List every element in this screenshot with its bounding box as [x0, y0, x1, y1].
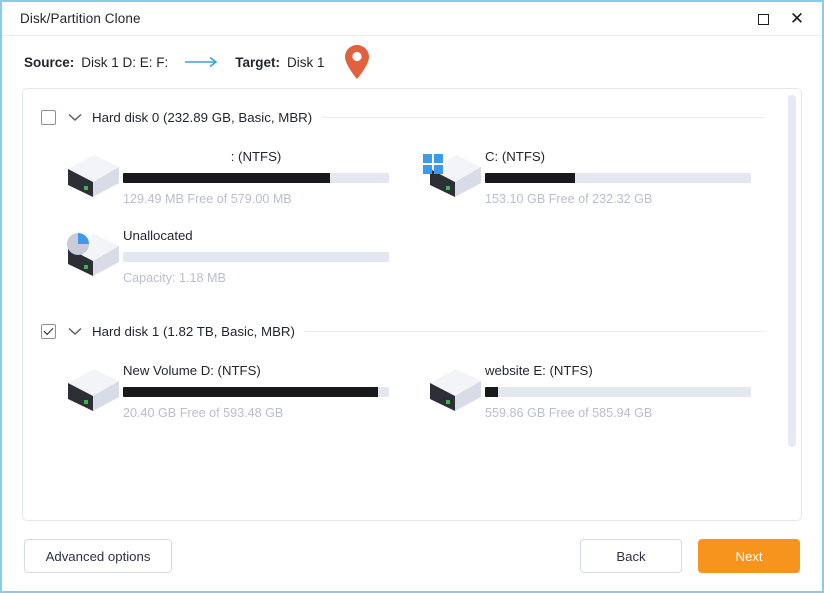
- disk-header-hard-disk-0[interactable]: Hard disk 0 (232.89 GB, Basic, MBR): [23, 103, 783, 131]
- arrow-right-icon: [184, 56, 222, 68]
- disk-drive-icon: [55, 147, 123, 201]
- disk-header-hard-disk-1[interactable]: Hard disk 1 (1.82 TB, Basic, MBR): [23, 317, 783, 345]
- source-label: Source:: [24, 54, 75, 70]
- usage-bar-fill: [123, 387, 379, 397]
- chevron-down-icon[interactable]: [68, 113, 82, 122]
- partition-info: : (NTFS) 129.49 MB Free of 579.00 MB: [123, 147, 389, 206]
- close-button[interactable]: ✕: [780, 4, 814, 34]
- disk-list-panel-wrapper: Hard disk 0 (232.89 GB, Basic, MBR): (N…: [2, 88, 822, 521]
- target-value: Disk 1: [287, 54, 325, 70]
- partition-info: New Volume D: (NTFS) 20.40 GB Free of 59…: [123, 361, 389, 420]
- disk-checkbox-hard-disk-0[interactable]: [41, 109, 56, 125]
- partition-name: : (NTFS): [230, 149, 282, 164]
- partition-c[interactable]: C: (NTFS) 153.10 GB Free of 232.32 GB: [403, 137, 765, 216]
- partition-unallocated[interactable]: Unallocated Capacity: 1.18 MB: [41, 216, 403, 295]
- scrollbar-thumb[interactable]: [788, 95, 796, 448]
- source-target-bar: Source: Disk 1 D: E: F: Target: Disk 1: [2, 36, 822, 88]
- source-value: Disk 1 D: E: F:: [81, 54, 169, 70]
- disk-list-panel: Hard disk 0 (232.89 GB, Basic, MBR): (N…: [22, 88, 802, 521]
- close-icon: ✕: [789, 8, 805, 29]
- partition-name: New Volume D: (NTFS): [123, 363, 261, 378]
- divider: [304, 330, 765, 332]
- vertical-scrollbar[interactable]: [783, 89, 801, 520]
- partition-e[interactable]: website E: (NTFS) 559.86 GB Free of 585.…: [403, 351, 765, 430]
- unallocated-disk-icon: [55, 226, 123, 280]
- partition-capacity: 129.49 MB Free of 579.00 MB: [123, 192, 292, 206]
- partition-capacity: 20.40 GB Free of 593.48 GB: [123, 406, 284, 420]
- map-pin-icon: [344, 44, 370, 80]
- partition-name: C: (NTFS): [485, 149, 546, 164]
- grid-filler: [403, 216, 765, 295]
- usage-bar: [123, 387, 389, 397]
- partition-capacity: 559.86 GB Free of 585.94 GB: [485, 406, 653, 420]
- disk-title-hard-disk-1: Hard disk 1 (1.82 TB, Basic, MBR): [92, 323, 295, 339]
- usage-bar-fill: [485, 173, 576, 183]
- usage-bar: [123, 173, 389, 183]
- maximize-button[interactable]: [746, 4, 780, 34]
- back-button[interactable]: Back: [580, 539, 682, 573]
- disk-drive-icon: [417, 361, 485, 415]
- title-bar: Disk/Partition Clone ✕: [2, 2, 822, 36]
- partition-d[interactable]: New Volume D: (NTFS) 20.40 GB Free of 59…: [41, 351, 403, 430]
- disk-list-content[interactable]: Hard disk 0 (232.89 GB, Basic, MBR): (N…: [23, 89, 783, 520]
- window-controls: ✕: [746, 2, 814, 36]
- advanced-options-button[interactable]: Advanced options: [24, 539, 172, 573]
- chevron-down-icon[interactable]: [68, 327, 82, 336]
- partition-name: Unallocated: [123, 228, 193, 243]
- usage-bar: [485, 387, 751, 397]
- disk-clone-window: Disk/Partition Clone ✕ Source: Disk 1 D:…: [0, 0, 824, 593]
- partition-info: C: (NTFS) 153.10 GB Free of 232.32 GB: [485, 147, 751, 206]
- window-title: Disk/Partition Clone: [20, 11, 141, 26]
- partition-info: website E: (NTFS) 559.86 GB Free of 585.…: [485, 361, 751, 420]
- usage-bar-fill: [485, 387, 499, 397]
- disk-title-hard-disk-0: Hard disk 0 (232.89 GB, Basic, MBR): [92, 109, 313, 125]
- partition-info: Unallocated Capacity: 1.18 MB: [123, 226, 389, 285]
- partition-capacity: Capacity: 1.18 MB: [123, 271, 226, 285]
- partition-capacity: 153.10 GB Free of 232.32 GB: [485, 192, 653, 206]
- divider: [322, 116, 765, 118]
- disk-drive-icon: [55, 361, 123, 415]
- footer-bar: Advanced options Back Next: [2, 521, 822, 591]
- windows-disk-icon: [417, 147, 485, 201]
- partition-grid-hard-disk-1: New Volume D: (NTFS) 20.40 GB Free of 59…: [23, 351, 783, 430]
- partition-ntfs-unnamed[interactable]: : (NTFS) 129.49 MB Free of 579.00 MB: [41, 137, 403, 216]
- usage-bar: [123, 252, 389, 262]
- disk-checkbox-hard-disk-1[interactable]: [41, 323, 56, 339]
- partition-grid-hard-disk-0: : (NTFS) 129.49 MB Free of 579.00 MB C: …: [23, 137, 783, 295]
- usage-bar: [485, 173, 751, 183]
- usage-bar-fill: [123, 173, 331, 183]
- partition-name: website E: (NTFS): [485, 363, 593, 378]
- target-label: Target:: [235, 54, 281, 70]
- maximize-icon: [757, 13, 769, 25]
- next-button[interactable]: Next: [698, 539, 800, 573]
